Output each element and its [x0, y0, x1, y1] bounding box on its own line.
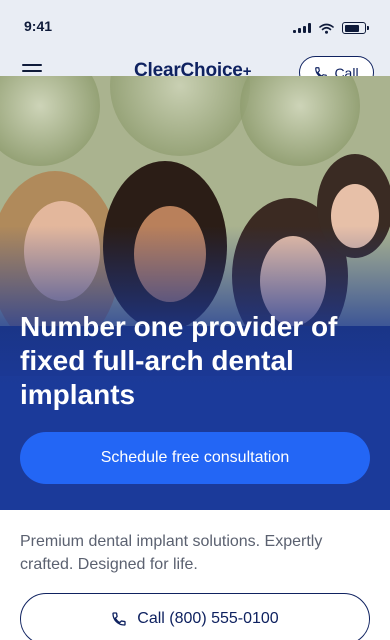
phone-icon [112, 612, 126, 626]
call-phone-button[interactable]: Call (800) 555-0100 [20, 593, 370, 640]
cellular-signal-icon [293, 23, 311, 33]
wifi-icon [319, 23, 334, 34]
hero-section: Number one provider of fixed full-arch d… [0, 76, 390, 510]
call-phone-label: Call (800) 555-0100 [137, 610, 279, 627]
status-icons [293, 22, 369, 34]
status-bar: 9:41 [0, 0, 390, 52]
battery-icon [342, 22, 369, 34]
tagline: Premium dental implant solutions. Expert… [20, 533, 323, 573]
schedule-consultation-button[interactable]: Schedule free consultation [20, 432, 370, 484]
status-time: 9:41 [24, 18, 53, 34]
hero-title: Number one provider of fixed full-arch d… [20, 311, 338, 410]
